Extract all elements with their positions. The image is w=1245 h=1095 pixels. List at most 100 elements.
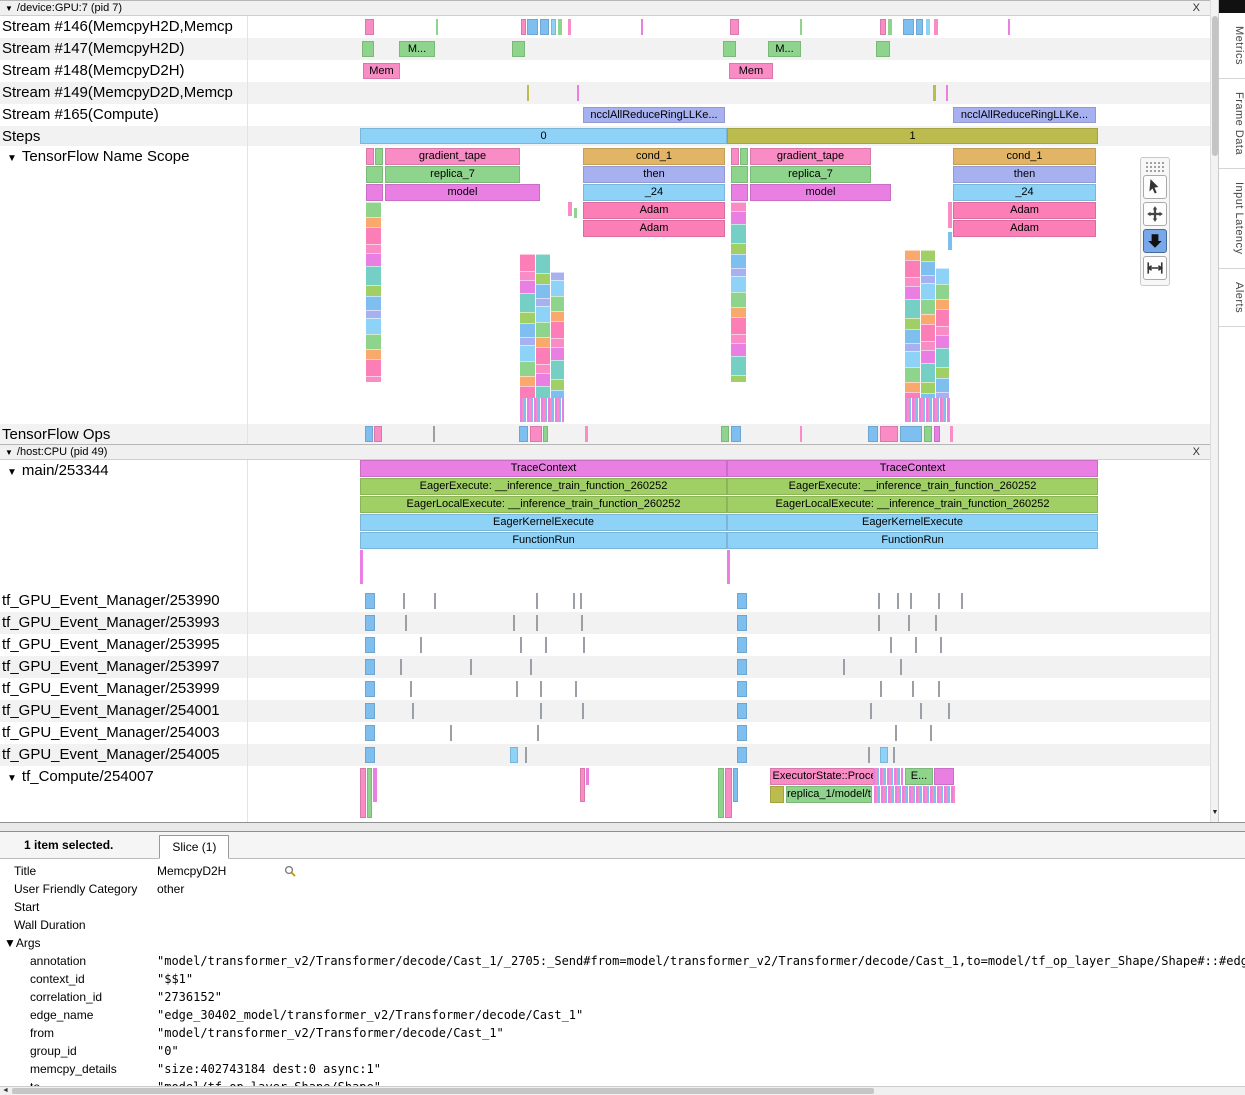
trace-slice[interactable]	[405, 615, 407, 631]
trace-slice[interactable]	[366, 166, 383, 183]
trace-slice[interactable]	[946, 85, 948, 101]
slice-replica_7[interactable]: replica_7	[750, 166, 871, 183]
trace-slice[interactable]	[930, 725, 932, 741]
slice-eager_local[interactable]: EagerLocalExecute: __inference_train_fun…	[727, 496, 1098, 513]
slice-nccl[interactable]: ncclAllReduceRingLLKe...	[583, 107, 725, 123]
trace-slice[interactable]	[897, 593, 899, 609]
trace-slice[interactable]	[915, 637, 917, 653]
trace-slice[interactable]	[800, 19, 802, 35]
slice-cond_1[interactable]: cond_1	[953, 148, 1096, 165]
dense-slice-stripes[interactable]	[873, 768, 903, 785]
trace-slice[interactable]	[512, 41, 525, 57]
panel-splitter[interactable]	[0, 822, 1245, 832]
trace-slice[interactable]	[365, 725, 375, 741]
trace-slice[interactable]	[367, 768, 372, 818]
trace-slice[interactable]	[916, 19, 923, 35]
trace-slice[interactable]	[920, 703, 922, 719]
slice-eager_kernel[interactable]: EagerKernelExecute	[727, 514, 1098, 531]
slice-mem[interactable]: Mem	[363, 63, 400, 79]
horizontal-scrollbar[interactable]: ◄	[0, 1086, 1245, 1095]
trace-slice[interactable]	[878, 593, 880, 609]
nested-slice-stack[interactable]	[905, 250, 920, 422]
trace-slice[interactable]	[585, 426, 588, 442]
trace-slice[interactable]	[903, 19, 914, 35]
trace-slice[interactable]	[434, 593, 436, 609]
trace-slice[interactable]	[362, 41, 374, 57]
trace-slice[interactable]	[360, 550, 363, 584]
trace-slice[interactable]	[940, 637, 942, 653]
trace-slice[interactable]	[577, 85, 579, 101]
trace-slice[interactable]	[516, 681, 518, 697]
slice-nccl[interactable]: ncclAllReduceRingLLKe...	[953, 107, 1096, 123]
tab-slice[interactable]: Slice (1)	[159, 835, 229, 859]
zoom-tool-button[interactable]	[1143, 229, 1167, 253]
trace-slice[interactable]	[360, 768, 366, 818]
trace-slice[interactable]	[540, 681, 542, 697]
trace-slice[interactable]	[938, 681, 940, 697]
slice-gradient_tape[interactable]: gradient_tape	[750, 148, 871, 165]
trace-slice[interactable]	[450, 725, 452, 741]
trace-slice[interactable]	[365, 19, 374, 35]
trace-slice[interactable]	[540, 703, 542, 719]
trace-slice[interactable]	[926, 19, 930, 35]
trace-slice[interactable]	[530, 426, 542, 442]
trace-slice[interactable]	[895, 725, 897, 741]
args-section-header[interactable]: ▼Args	[0, 934, 1245, 952]
trace-slice[interactable]	[536, 593, 538, 609]
trace-slice[interactable]	[737, 681, 747, 697]
vertical-scrollbar[interactable]: ▼	[1210, 0, 1218, 822]
trace-slice[interactable]	[365, 615, 375, 631]
trace-slice[interactable]	[938, 593, 940, 609]
sidebar-tab-alerts[interactable]: Alerts	[1219, 269, 1245, 327]
trace-slice[interactable]	[374, 426, 382, 442]
slice-adam[interactable]: Adam	[583, 220, 725, 237]
trace-slice[interactable]	[727, 550, 730, 584]
trace-slice[interactable]	[737, 593, 747, 609]
trace-slice[interactable]	[890, 637, 892, 653]
trace-slice[interactable]	[403, 593, 405, 609]
sidebar-tab-input-latency[interactable]: Input Latency	[1219, 169, 1245, 269]
trace-slice[interactable]	[934, 768, 954, 785]
trace-slice[interactable]	[733, 768, 738, 802]
trace-slice[interactable]	[520, 637, 522, 653]
trace-slice[interactable]	[878, 615, 880, 631]
slice-function_run[interactable]: FunctionRun	[727, 532, 1098, 549]
trace-slice[interactable]	[513, 615, 515, 631]
slice-cond_1[interactable]: cond_1	[583, 148, 725, 165]
trace-slice[interactable]	[718, 768, 724, 818]
trace-slice[interactable]	[730, 19, 739, 35]
trace-slice[interactable]	[1008, 19, 1010, 35]
dense-slice-stripes[interactable]	[874, 786, 955, 803]
trace-slice[interactable]	[400, 659, 402, 675]
trace-slice[interactable]	[436, 19, 438, 35]
trace-slice[interactable]	[721, 426, 729, 442]
selection-tool-button[interactable]	[1143, 175, 1167, 199]
slice-adam[interactable]: Adam	[953, 220, 1096, 237]
trace-slice[interactable]	[373, 768, 377, 802]
trace-slice[interactable]	[737, 615, 747, 631]
slice-mem[interactable]: Mem	[729, 63, 773, 79]
slice-model[interactable]: model	[385, 184, 540, 201]
slice-trace_context[interactable]: TraceContext	[727, 460, 1098, 477]
collapse-arrow[interactable]: ▼	[7, 773, 17, 784]
slice-_24[interactable]: _24	[583, 184, 725, 201]
trace-slice[interactable]	[537, 725, 539, 741]
slice-m_ellipsis[interactable]: M...	[399, 41, 435, 57]
trace-slice[interactable]	[935, 615, 937, 631]
slice-eager_execute[interactable]: EagerExecute: __inference_train_function…	[727, 478, 1098, 495]
trace-slice[interactable]	[888, 19, 892, 35]
trace-slice[interactable]	[908, 615, 910, 631]
trace-slice[interactable]	[933, 85, 936, 101]
trace-slice[interactable]	[876, 41, 890, 57]
trace-slice[interactable]	[521, 19, 526, 35]
trace-slice[interactable]	[586, 768, 589, 785]
collapse-arrow[interactable]: ▼	[7, 467, 17, 478]
slice-then[interactable]: then	[953, 166, 1096, 183]
trace-slice[interactable]	[725, 768, 732, 818]
trace-slice[interactable]	[880, 426, 898, 442]
nested-slice-stack[interactable]	[536, 254, 550, 422]
trace-slice[interactable]	[527, 85, 529, 101]
trace-slice[interactable]	[731, 426, 741, 442]
slice-eager_local[interactable]: EagerLocalExecute: __inference_train_fun…	[360, 496, 727, 513]
timing-tool-button[interactable]	[1143, 256, 1167, 280]
